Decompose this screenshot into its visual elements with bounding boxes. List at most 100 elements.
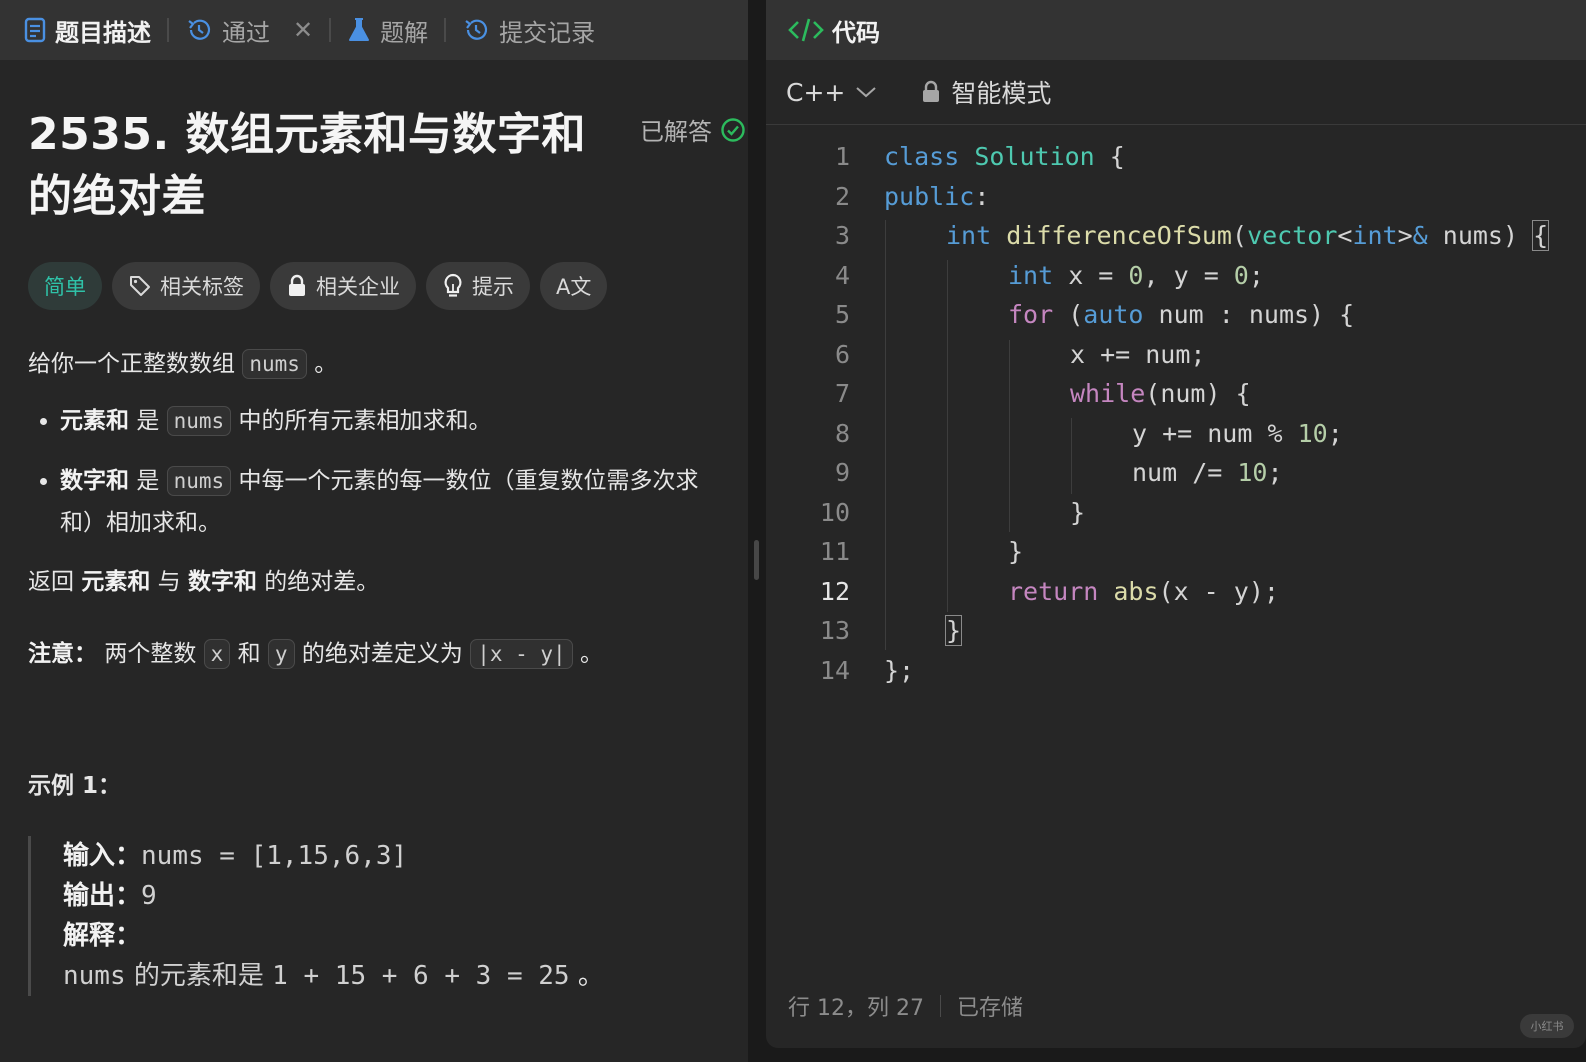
explanation-line: nums 的元素和是 1 + 15 + 6 + 3 = 25 。 <box>63 956 730 996</box>
example-output: 输出：9 <box>63 876 730 916</box>
line-number: 13 <box>819 616 850 645</box>
tab-submissions[interactable]: 提交记录 <box>462 0 595 60</box>
text: 给你一个正整数数组 <box>28 351 235 377</box>
tag-label: 相关企业 <box>316 275 400 299</box>
language-label: C++ <box>786 77 846 107</box>
example-explanation: 解释： <box>63 916 730 956</box>
code-line: int x = 0, y = 0; <box>1008 261 1264 290</box>
code-line: } <box>1008 537 1024 566</box>
line-number: 14 <box>819 656 850 685</box>
inline-code: nums <box>166 406 232 436</box>
text: 与 <box>157 569 181 595</box>
inline-code: x <box>203 639 231 669</box>
list-item: 元素和 是 nums 中的所有元素相加求和。 <box>60 400 730 442</box>
tab-divider <box>444 18 447 42</box>
editor-status-bar: 行 12，列 27 已存储 <box>788 990 1023 1022</box>
tab-description[interactable]: 题目描述 <box>24 0 151 60</box>
code-editor[interactable]: 1 2 3 4 5 6 7 8 9 10 11 12 13 14 class S… <box>766 140 1586 700</box>
line-number: 2 <box>834 182 850 211</box>
input-label: 输入： <box>63 841 142 871</box>
text: 两个整数 <box>104 641 197 667</box>
note-paragraph: 注意： 两个整数 x 和 y 的绝对差定义为 |x - y| 。 <box>28 634 730 674</box>
tag-icon <box>128 274 152 298</box>
code-line: int differenceOfSum(vector<int>& nums) { <box>946 220 1550 251</box>
code-line: while(num) { <box>1070 379 1251 408</box>
topics-button[interactable]: 相关标签 <box>112 262 260 310</box>
tag-label: 简单 <box>44 275 86 299</box>
companies-button[interactable]: 相关企业 <box>270 262 416 310</box>
tab-divider <box>167 18 169 42</box>
text: 中的所有元素相加求和。 <box>238 408 492 434</box>
line-number: 1 <box>834 142 850 171</box>
example-input: 输入：nums = [1,15,6,3] <box>63 836 730 876</box>
line-number: 8 <box>834 419 850 448</box>
resize-handle[interactable] <box>754 540 759 580</box>
line-number: 4 <box>834 261 850 290</box>
tab-label: 题目描述 <box>55 18 151 47</box>
code-line: public: <box>884 182 990 211</box>
inline-code: y <box>267 639 295 669</box>
code-icon <box>788 17 824 43</box>
indent-guide <box>947 260 948 612</box>
text: 和 <box>237 641 261 667</box>
code-header: 代码 <box>766 0 1586 60</box>
text: 。 <box>580 641 604 667</box>
title-line: 的绝对差 <box>28 171 206 222</box>
language-select[interactable]: C++ <box>786 78 877 107</box>
text: 。 <box>577 961 604 991</box>
lock-icon <box>286 274 308 298</box>
tag-row: 简单 相关标签 相关企业 提示 A文 <box>28 262 730 310</box>
difficulty-badge[interactable]: 简单 <box>28 262 102 310</box>
tab-label: 通过 <box>222 18 270 47</box>
smart-mode-toggle[interactable]: 智能模式 <box>921 74 1051 110</box>
text: 的绝对差定义为 <box>301 641 463 667</box>
example-block: 输入：nums = [1,15,6,3] 输出：9 解释： nums 的元素和是… <box>28 836 730 996</box>
line-number: 9 <box>834 458 850 487</box>
editor-toolbar: C++ 智能模式 <box>766 60 1586 125</box>
definition-list: 元素和 是 nums 中的所有元素相加求和。 数字和 是 nums 中每一个元素… <box>28 400 730 544</box>
code-line: } <box>944 615 963 646</box>
close-icon[interactable]: ✕ <box>293 16 313 44</box>
save-status: 已存储 <box>956 996 1023 1021</box>
tab-divider <box>329 18 332 42</box>
translate-button[interactable]: A文 <box>540 262 608 310</box>
text: 返回 <box>28 569 74 595</box>
hint-button[interactable]: 提示 <box>426 262 530 310</box>
solved-status: 已解答 <box>640 112 746 147</box>
title-row: 2535. 数组元素和与数字和 的绝对差 已解答 <box>28 104 745 230</box>
flask-icon <box>347 16 371 44</box>
problem-panel: 题目描述 通过 ✕ 题解 提交记录 2535. 数组元素和与数字和 的绝对差 已… <box>0 0 758 1062</box>
description-icon <box>24 17 46 43</box>
page-title: 2535. 数组元素和与数字和 的绝对差 <box>28 104 608 228</box>
history-icon <box>185 16 213 44</box>
output-label: 输出： <box>63 881 142 911</box>
input-value: nums = [1,15,6,3] <box>141 841 408 871</box>
calculation: 1 + 15 + 6 + 3 = 25 <box>272 961 570 991</box>
line-number: 6 <box>834 340 850 369</box>
text: 的绝对差。 <box>264 569 380 595</box>
line-number-active: 12 <box>819 577 850 606</box>
line-number: 10 <box>819 498 850 527</box>
tab-label: 题解 <box>380 18 429 47</box>
inline-code: nums <box>63 961 126 991</box>
code-line: x += num; <box>1070 340 1206 369</box>
tab-solutions[interactable]: 题解 <box>347 0 428 60</box>
note-label: 注意： <box>28 641 97 667</box>
code-line: num /= 10; <box>1132 458 1283 487</box>
return-paragraph: 返回 元素和 与 数字和 的绝对差。 <box>28 562 730 602</box>
inline-code: |x - y| <box>470 639 573 669</box>
text: 是 <box>136 408 160 434</box>
tag-label: 提示 <box>472 275 514 299</box>
line-number: 5 <box>834 300 850 329</box>
check-circle-icon <box>720 117 746 143</box>
problem-description: 给你一个正整数数组 nums 。 元素和 是 nums 中的所有元素相加求和。 … <box>28 344 730 996</box>
text: 的元素和是 <box>133 961 264 991</box>
code-line: } <box>1070 498 1086 527</box>
tab-accepted[interactable]: 通过 ✕ <box>185 0 313 60</box>
history-icon <box>462 16 490 44</box>
term: 数字和 <box>60 468 129 494</box>
intro-paragraph: 给你一个正整数数组 nums 。 <box>28 344 730 384</box>
output-value: 9 <box>141 881 157 911</box>
mode-label: 智能模式 <box>951 79 1052 108</box>
line-number: 3 <box>834 221 850 250</box>
